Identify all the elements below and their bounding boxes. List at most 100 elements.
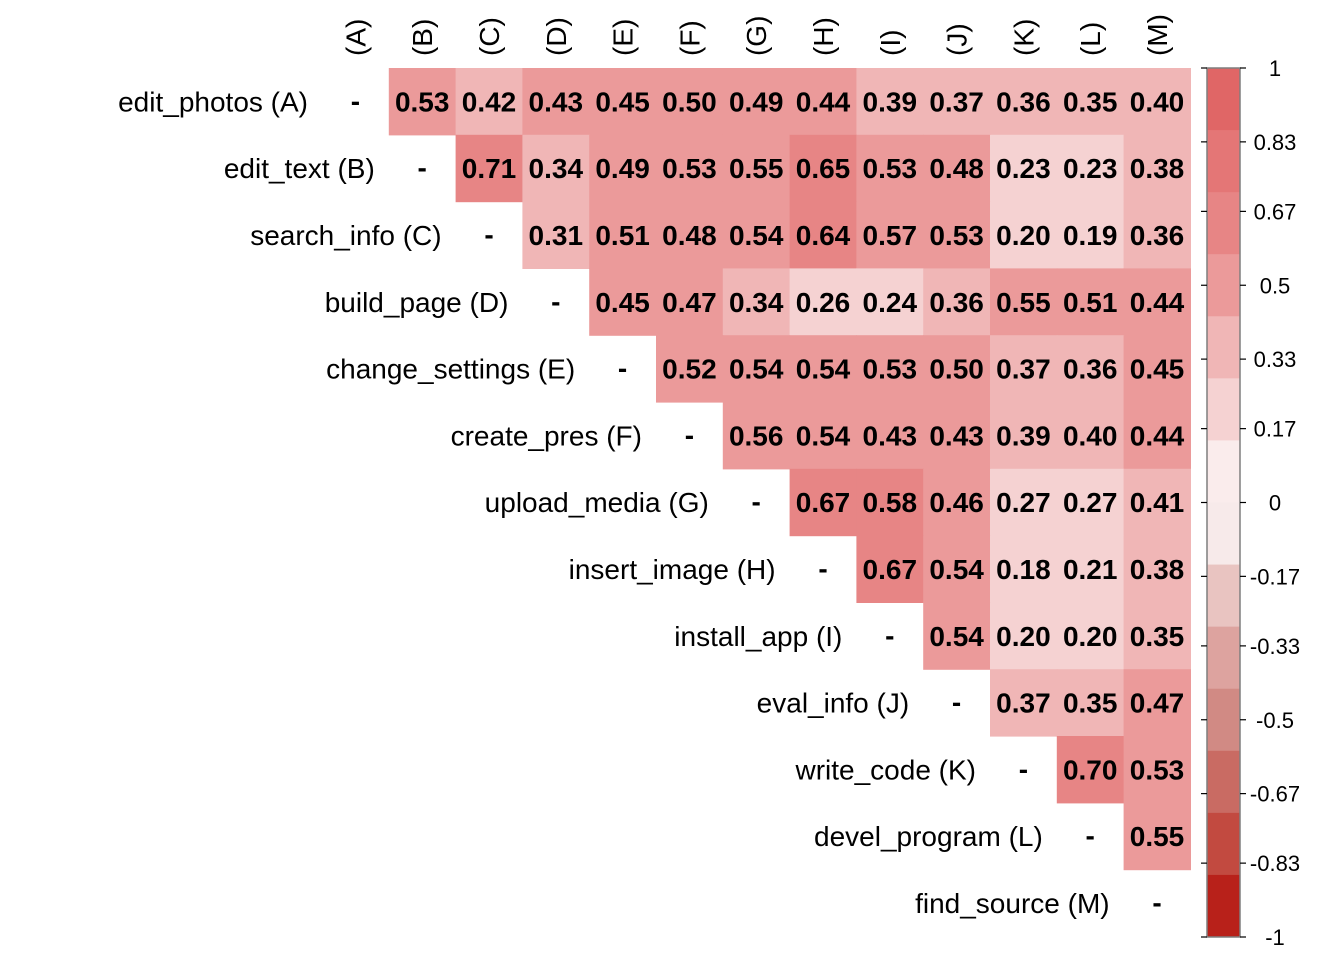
cell-value-label: 0.38 xyxy=(1130,554,1185,585)
diagonal-marker: - xyxy=(351,85,360,116)
cell-value-label: 0.45 xyxy=(595,86,650,117)
cell-value-label: 0.37 xyxy=(996,688,1051,719)
cell-value-label: 0.23 xyxy=(1063,153,1118,184)
heatmap-cells xyxy=(388,68,1191,871)
cell-value-label: 0.42 xyxy=(462,86,517,117)
cell-value-label: 0.53 xyxy=(863,354,918,385)
legend-tick-label: -0.33 xyxy=(1250,634,1300,659)
cell-value-label: 0.20 xyxy=(996,621,1051,652)
cell-value-label: 0.47 xyxy=(1130,688,1185,719)
diagonal-marker: - xyxy=(1152,887,1161,918)
legend-tick-label: -0.67 xyxy=(1250,782,1300,807)
cell-value-label: 0.40 xyxy=(1130,86,1185,117)
cell-value-label: 0.54 xyxy=(796,354,851,385)
cell-value-label: 0.41 xyxy=(1130,487,1185,518)
row-label: upload_media (G) xyxy=(485,487,709,518)
column-label: (J) xyxy=(942,23,973,56)
diagonal-marker: - xyxy=(885,620,894,651)
cell-value-label: 0.67 xyxy=(863,554,918,585)
legend-color-segment xyxy=(1207,626,1240,690)
cell-value-label: 0.57 xyxy=(863,220,918,251)
legend-tick-label: -0.17 xyxy=(1250,564,1300,589)
cell-value-label: 0.51 xyxy=(595,220,650,251)
cell-value-label: 0.52 xyxy=(662,354,717,385)
row-label: edit_photos (A) xyxy=(118,86,308,117)
cell-value-label: 0.26 xyxy=(796,287,851,318)
cell-value-label: 0.54 xyxy=(929,621,984,652)
cell-value-label: 0.27 xyxy=(996,487,1051,518)
legend-tick-label: 0 xyxy=(1269,491,1281,516)
column-label: (I) xyxy=(875,30,906,56)
column-label: (A) xyxy=(340,19,371,56)
row-label: find_source (M) xyxy=(915,888,1110,919)
legend-color-segment xyxy=(1207,130,1240,193)
row-label: eval_info (J) xyxy=(757,688,910,719)
correlation-heatmap: -0.53 0.42 0.43 0.45 0.50 0.49 0.44 0.39 0.37 0.3… xyxy=(118,14,1300,950)
cell-value-label: 0.55 xyxy=(1130,821,1185,852)
legend-color-segment xyxy=(1207,440,1240,503)
cell-value-label: 0.36 xyxy=(1130,220,1185,251)
diagonal-marker: - xyxy=(818,553,827,584)
legend-color-segment xyxy=(1207,874,1240,938)
row-label: build_page (D) xyxy=(325,287,509,318)
cell-value-label: 0.55 xyxy=(996,287,1051,318)
column-label: (K) xyxy=(1008,19,1039,56)
legend-tick-label: -1 xyxy=(1265,925,1285,950)
cell-value-label: 0.35 xyxy=(1063,688,1118,719)
row-label: search_info (C) xyxy=(250,220,441,251)
legend-tick-label: 0.33 xyxy=(1254,347,1297,372)
cell-value-label: 0.53 xyxy=(929,220,984,251)
row-label: insert_image (H) xyxy=(569,554,776,585)
diagonal-marker: - xyxy=(418,152,427,183)
cell-value-label: 0.20 xyxy=(996,220,1051,251)
column-label: (H) xyxy=(808,17,839,56)
row-label: install_app (I) xyxy=(674,621,842,652)
legend-color-segment xyxy=(1207,502,1240,566)
cell-value-label: 0.18 xyxy=(996,554,1051,585)
cell-value-label: 0.44 xyxy=(796,86,851,117)
cell-value-label: 0.54 xyxy=(796,420,851,451)
cell-value-label: 0.51 xyxy=(1063,287,1118,318)
cell-value-label: 0.70 xyxy=(1063,754,1118,785)
cell-value-label: 0.55 xyxy=(729,153,784,184)
cell-value-label: 0.21 xyxy=(1063,554,1118,585)
legend-tick-label: 0.67 xyxy=(1254,199,1297,224)
cell-value-label: 0.65 xyxy=(796,153,851,184)
legend-tick-label: -0.5 xyxy=(1256,708,1294,733)
diagonal-marker: - xyxy=(1019,753,1028,784)
cell-value-label: 0.27 xyxy=(1063,487,1118,518)
cell-value-label: 0.19 xyxy=(1063,220,1118,251)
row-label: change_settings (E) xyxy=(326,354,575,385)
column-label: (L) xyxy=(1075,22,1106,56)
cell-value-label: 0.37 xyxy=(996,354,1051,385)
column-labels: (A) (B) (C) (D) (E) (F) (G) (H) (I) (J) (K) (L) (M) xyxy=(340,14,1173,56)
legend-color-segment xyxy=(1207,254,1240,317)
legend-tick-label: -0.83 xyxy=(1250,851,1300,876)
legend-color-segment xyxy=(1207,378,1240,441)
legend-tick-label: 0.5 xyxy=(1260,273,1291,298)
legend-tick-label: 1 xyxy=(1269,56,1281,81)
legend-tick-label: 0.83 xyxy=(1254,130,1297,155)
legend-color-segment xyxy=(1207,564,1240,628)
cell-value-label: 0.46 xyxy=(929,487,984,518)
cell-value-label: 0.54 xyxy=(729,220,784,251)
cell-value-label: 0.53 xyxy=(662,153,717,184)
cell-value-label: 0.36 xyxy=(996,86,1051,117)
diagonal-marker: - xyxy=(551,286,560,317)
cell-value-label: 0.35 xyxy=(1130,621,1185,652)
diagonal-marker: - xyxy=(752,486,761,517)
diagonal-marker: - xyxy=(618,353,627,384)
diagonal-marker: - xyxy=(1086,820,1095,851)
row-label: edit_text (B) xyxy=(224,153,375,184)
cell-value-label: 0.71 xyxy=(462,153,517,184)
cell-value-label: 0.23 xyxy=(996,153,1051,184)
cell-value-label: 0.44 xyxy=(1130,287,1185,318)
cell-value-label: 0.64 xyxy=(796,220,851,251)
cell-value-label: 0.36 xyxy=(929,287,984,318)
cell-value-label: 0.36 xyxy=(1063,354,1118,385)
legend-color-segment xyxy=(1207,812,1240,876)
cell-value-label: 0.50 xyxy=(662,86,717,117)
legend-color-segment xyxy=(1207,192,1240,255)
legend-color-segment xyxy=(1207,68,1240,131)
cell-value-label: 0.39 xyxy=(996,420,1051,451)
